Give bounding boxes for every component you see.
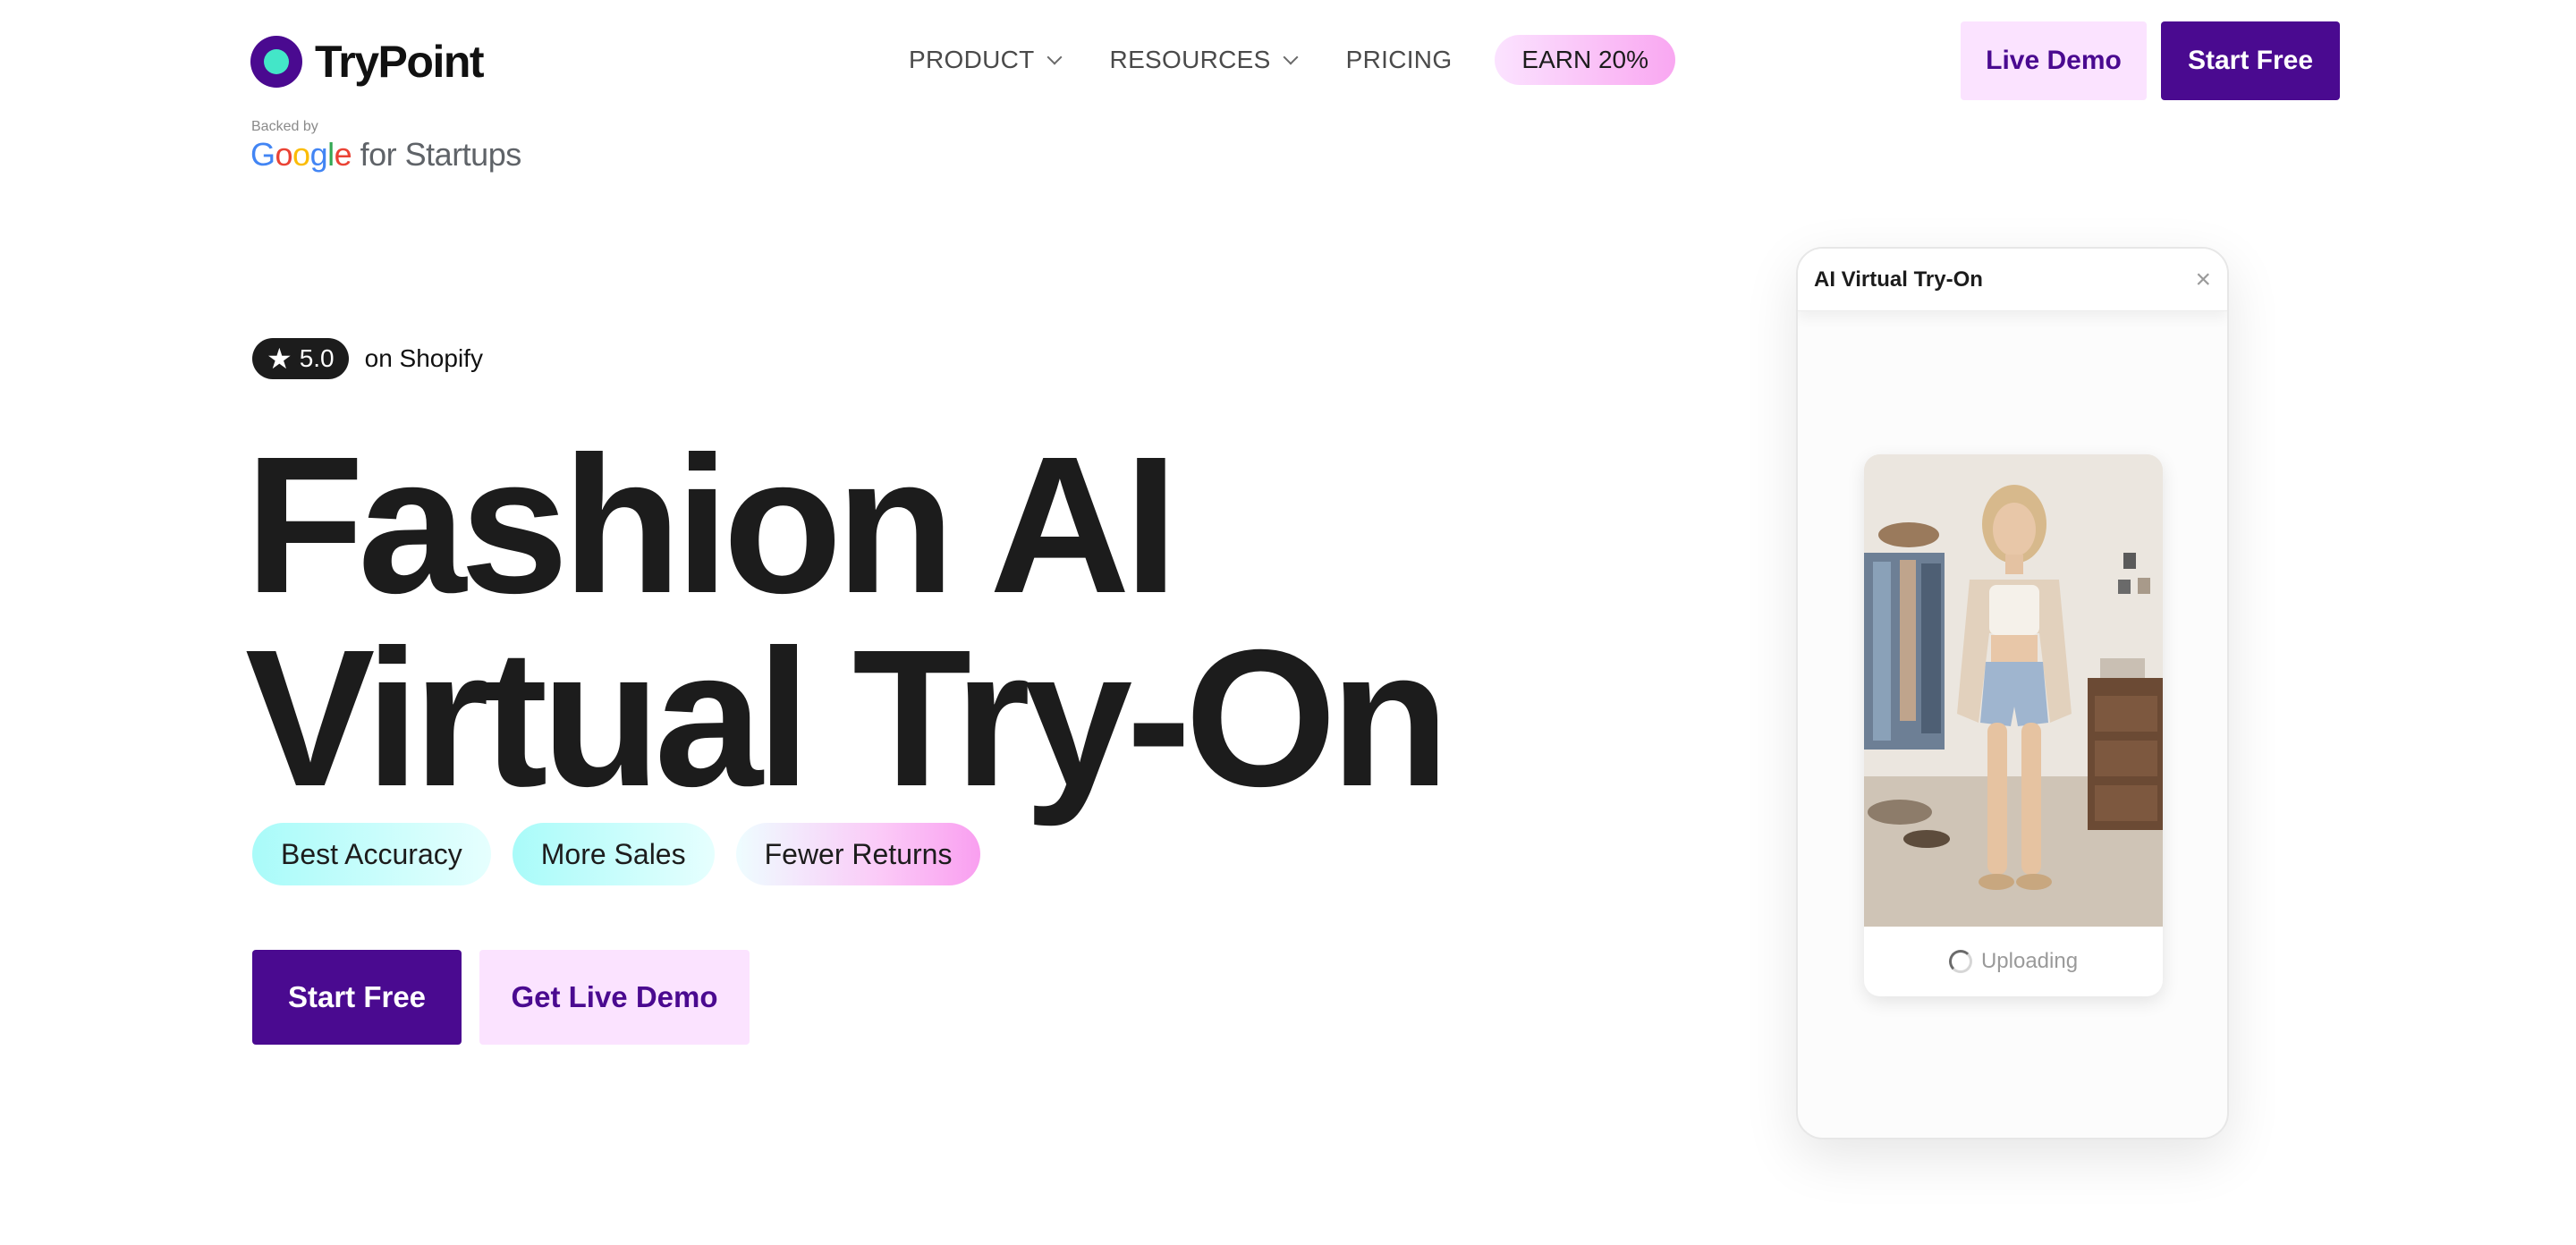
start-free-button[interactable]: Start Free [2161, 21, 2340, 100]
upload-status-text: Uploading [1980, 949, 2079, 973]
earn-badge-link[interactable]: EARN 20% [1495, 35, 1676, 85]
rating-badge: ★ 5.0 [252, 338, 349, 379]
hero-headline: Fashion AI Virtual Try-On [245, 417, 1450, 827]
close-icon[interactable]: × [2195, 266, 2211, 293]
headline-line-1: Fashion AI [245, 417, 1178, 634]
main-nav: PRODUCT RESOURCES PRICING EARN 20% [909, 34, 1676, 86]
brand-name: TryPoint [315, 37, 485, 87]
google-for-startups-logo: Google for Startups [250, 136, 521, 173]
benefit-tags: Best Accuracy More Sales Fewer Returns [252, 823, 981, 885]
star-icon: ★ [267, 343, 292, 375]
nav-item-resources[interactable]: RESOURCES [1109, 46, 1299, 74]
try-on-widget: AI Virtual Try-On × Uploading [1796, 247, 2229, 1139]
logo-mark-icon [250, 36, 302, 88]
tag-best-accuracy: Best Accuracy [252, 823, 491, 885]
rating-source: on Shopify [364, 344, 483, 372]
hero-live-demo-button[interactable]: Get Live Demo [479, 950, 750, 1045]
nav-item-product[interactable]: PRODUCT [909, 46, 1063, 74]
widget-header: AI Virtual Try-On × [1798, 249, 2227, 311]
nav-item-label: PRICING [1345, 46, 1453, 73]
chevron-down-icon [1046, 49, 1063, 65]
brand-logo[interactable]: TryPoint [250, 36, 485, 88]
tag-more-sales: More Sales [512, 823, 715, 885]
nav-item-pricing[interactable]: PRICING [1346, 46, 1453, 74]
widget-title: AI Virtual Try-On [1814, 267, 1983, 292]
nav-item-label: PRODUCT [909, 46, 1035, 73]
chevron-down-icon [1283, 49, 1299, 65]
model-photo [1864, 454, 2163, 927]
headline-line-2: Virtual Try-On [245, 610, 1450, 827]
live-demo-button[interactable]: Live Demo [1961, 21, 2147, 100]
nav-item-label: RESOURCES [1109, 46, 1271, 73]
loading-spinner-icon [1948, 950, 1972, 973]
upload-photo-card: Uploading [1864, 454, 2163, 996]
backed-by-label: Backed by [251, 119, 318, 134]
tag-fewer-returns: Fewer Returns [735, 823, 981, 885]
hero-start-free-button[interactable]: Start Free [252, 950, 462, 1045]
upload-status: Uploading [1864, 927, 2163, 996]
rating-value: 5.0 [299, 344, 335, 372]
shopify-rating: ★ 5.0 on Shopify [252, 338, 483, 379]
